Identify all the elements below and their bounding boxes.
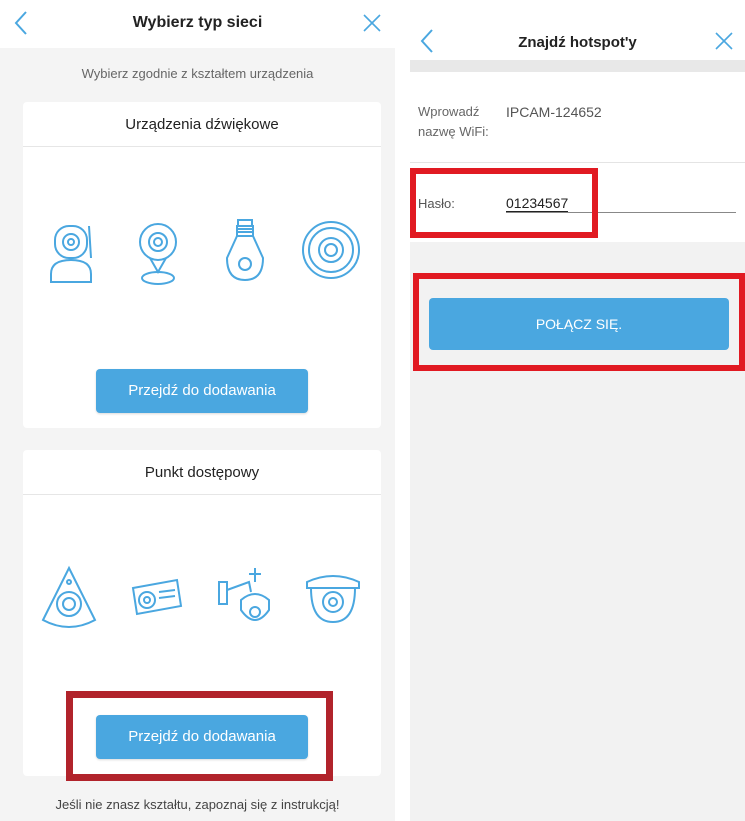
audio-devices-card: Urządzenia dźwiękowe Przejdź do dodawani… [23,102,381,428]
page-title: Znajdź hotspot'y [518,34,637,51]
dome-camera-icon[interactable] [303,560,363,640]
add-audio-device-button[interactable]: Przejdź do dodawania [96,369,308,413]
bullet-camera-icon[interactable] [125,560,185,640]
round-fisheye-camera-icon[interactable] [301,214,361,294]
divider [410,162,745,163]
access-point-title: Punkt dostępowy [144,464,260,481]
left-navbar: Wybierz typ sieci [0,0,395,48]
network-type-screen: Wybierz typ sieci Wybierz zgodnie z kszt… [0,0,395,821]
page-title: Wybierz typ sieci [132,14,263,31]
highlight-frame [410,168,598,238]
close-icon[interactable] [360,10,384,36]
audio-devices-title: Urządzenia dźwiękowe [125,116,279,133]
ptz-camera-icon[interactable] [215,560,275,640]
fisheye-camera-icon[interactable] [39,560,99,640]
robot-camera-icon[interactable] [43,214,103,294]
round-desk-camera-icon[interactable] [128,214,188,294]
bulb-camera-icon[interactable] [215,214,275,294]
close-icon[interactable] [712,28,736,54]
hotspot-screen: Znajdź hotspot'y Wprowadź nazwę WiFi: IP… [410,0,745,821]
highlight-frame [413,273,745,371]
highlight-frame [66,691,333,781]
divider [23,146,381,147]
divider [23,494,381,495]
instruction-subtitle: Wybierz zgodnie z kształtem urządzenia [81,66,314,81]
help-instruction-text[interactable]: Jeśli nie znasz kształtu, zapoznaj się z… [0,797,395,812]
wifi-name-value[interactable]: IPCAM-124652 [506,104,602,120]
section-spacer [410,60,745,72]
wifi-name-label: Wprowadź nazwę WiFi: [418,104,489,139]
right-navbar: Znajdź hotspot'y [410,0,745,60]
